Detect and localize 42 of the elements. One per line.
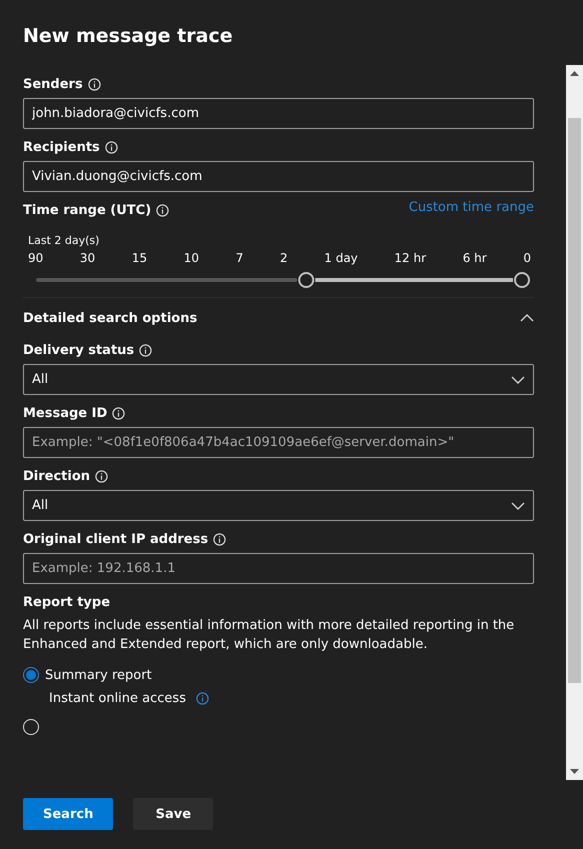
tick-label: 7 — [236, 251, 244, 265]
radio-button[interactable] — [23, 667, 39, 683]
field-label: Original client IP address — [23, 532, 208, 546]
tick-label: 90 — [28, 251, 44, 265]
tick-label: 12 hr — [394, 251, 426, 265]
field-label: Recipients — [23, 140, 100, 154]
chevron-down-icon — [511, 502, 525, 510]
custom-time-range-link[interactable]: Custom time range — [408, 200, 534, 215]
field-label: Direction — [23, 468, 90, 484]
field-label: Message ID — [23, 406, 108, 420]
recipients-field[interactable]: Vivian.duong@civicfs.com — [23, 161, 534, 192]
option-note: Instant online access — [49, 690, 186, 706]
chevron-up-icon — [520, 314, 534, 322]
panel-title: New message trace — [22, 24, 234, 49]
report-description: All reports include essential information with more detailed reporting in the Enhanced and Extended report, which are only downloadable. — [23, 617, 516, 654]
dropdown[interactable]: All — [23, 364, 534, 395]
scrollbar[interactable] — [566, 65, 583, 780]
radio-label[interactable]: Summary report — [45, 668, 152, 682]
tick-label: 30 — [80, 251, 96, 265]
field-label: Delivery status — [23, 342, 134, 358]
section-heading: Report type — [23, 594, 110, 610]
field-label: Time range (UTC) — [23, 202, 152, 218]
input-field[interactable]: Example: "<08f1e0f806a47b4ac109109ae6ef@server.domain>" — [23, 427, 534, 458]
tick-label: 0 — [523, 251, 531, 265]
slider-thumb[interactable] — [298, 272, 314, 288]
tick-label: 10 — [184, 251, 200, 265]
input-field[interactable]: Example: 192.168.1.1 — [23, 553, 534, 584]
save-button[interactable]: Save — [133, 798, 214, 830]
tick-label: 15 — [132, 251, 148, 265]
detailed-search-options-toggle[interactable]: Detailed search options — [23, 308, 534, 328]
scroll-down-icon[interactable] — [570, 769, 579, 774]
search-button[interactable]: Search — [23, 798, 114, 830]
scroll-up-icon[interactable] — [570, 71, 579, 76]
field-label: Senders — [23, 76, 83, 92]
slider-caption: Last 2 day(s) — [28, 234, 100, 247]
slider-thumb[interactable] — [514, 272, 530, 288]
tick-label: 2 — [280, 251, 288, 265]
tick-label: 1 day — [324, 251, 358, 265]
tick-label: 6 hr — [462, 251, 487, 265]
dropdown[interactable]: All — [23, 490, 534, 521]
senders-field[interactable]: john.biadora@civicfs.com — [23, 98, 534, 129]
chevron-down-icon — [511, 376, 525, 384]
